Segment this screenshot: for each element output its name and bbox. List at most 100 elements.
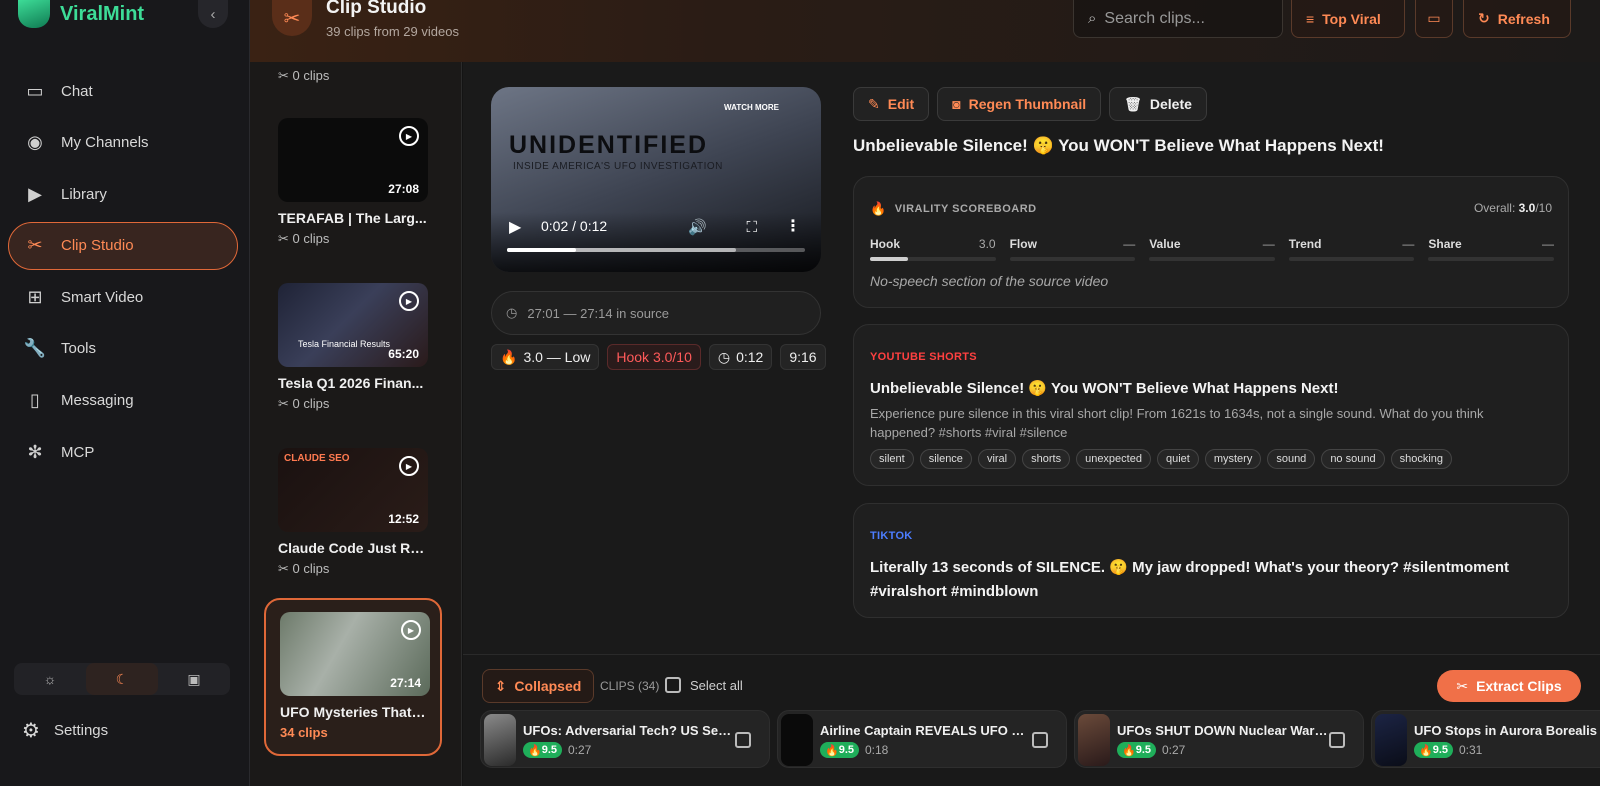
- clip-card-title: Airline Captain REVEALS UFO Sigh...: [820, 723, 1032, 738]
- nav-item-smart-video[interactable]: ⊞ Smart Video: [8, 273, 238, 321]
- nav-item-tools[interactable]: 🔧 Tools: [8, 325, 238, 373]
- nav-item-chat[interactable]: ▭ Chat: [8, 67, 238, 115]
- sort-top-viral-button[interactable]: ≡ Top Viral: [1291, 0, 1405, 38]
- duration-badge: 12:52: [388, 512, 419, 526]
- source-title: TERAFAB | The Larg...: [278, 210, 427, 226]
- clip-select-checkbox[interactable]: [1329, 732, 1345, 748]
- expand-collapse-icon: ⇕: [494, 677, 507, 694]
- nav-item-label: Library: [61, 185, 107, 203]
- metric-bar: [870, 257, 996, 261]
- source-card[interactable]: Tesla Financial Results ▶ 65:20 Tesla Q1…: [278, 283, 428, 412]
- metric-bar: [1288, 257, 1415, 261]
- settings-link[interactable]: ⚙ Settings: [22, 718, 108, 743]
- clip-strip: UFOs: Adversarial Tech? US Secur... 🔥 9.5…: [480, 710, 1600, 770]
- more-options-icon[interactable]: ⋮: [785, 216, 801, 236]
- clip-card-title: UFOs: Adversarial Tech? US Secur...: [523, 723, 735, 738]
- nav-item-my-channels[interactable]: ◉ My Channels: [8, 119, 238, 167]
- source-thumbnail: ▶ 27:14: [280, 612, 430, 696]
- collapse-toggle-button[interactable]: ⇕ Collapsed: [482, 669, 594, 703]
- metric-name: Flow: [1009, 237, 1037, 251]
- clip-card[interactable]: Airline Captain REVEALS UFO Sigh... 🔥 9.5…: [777, 710, 1067, 768]
- select-all-checkbox[interactable]: Select all: [665, 677, 743, 693]
- metric-hook: Hook 3.0: [870, 237, 996, 261]
- hook-chip: Hook 3.0/10: [607, 344, 701, 370]
- video-progress-track[interactable]: [507, 248, 805, 252]
- library-icon: ▶: [28, 183, 42, 204]
- source-card[interactable]: CLAUDE SEO ▶ 12:52 Claude Code Just Re..…: [278, 448, 428, 577]
- duration-badge: 27:14: [390, 676, 421, 690]
- metric-share: Share —: [1428, 237, 1554, 261]
- theme-system-option[interactable]: ▣: [158, 663, 230, 695]
- source-card-selected[interactable]: ▶ 27:14 UFO Mysteries That ... 34 clips: [264, 598, 442, 756]
- main-nav: ▭ Chat ◉ My Channels ▶ Library ✂ Clip St…: [8, 67, 238, 480]
- metric-bar: [1149, 257, 1275, 261]
- theme-dark-option[interactable]: ☾: [86, 663, 158, 695]
- tag: shocking: [1390, 449, 1452, 469]
- broadcast-icon: ◉: [27, 132, 43, 153]
- nav-item-library[interactable]: ▶ Library: [8, 170, 238, 218]
- clip-select-checkbox[interactable]: [1032, 732, 1048, 748]
- sort-label: Top Viral: [1322, 10, 1381, 27]
- nav-item-label: MCP: [61, 443, 95, 461]
- play-button[interactable]: ▶: [509, 217, 521, 237]
- scoreboard-heading: 🔥 VIRALITY SCOREBOARD: [870, 201, 1037, 216]
- volume-icon[interactable]: 🔊: [688, 218, 707, 236]
- video-title-overlay: UNIDENTIFIED: [509, 131, 708, 159]
- nav-item-clip-studio[interactable]: ✂ Clip Studio: [8, 221, 238, 270]
- regen-thumbnail-button[interactable]: ◙ Regen Thumbnail: [937, 87, 1102, 121]
- metric-name: Hook: [870, 237, 900, 251]
- duration-badge: 65:20: [388, 347, 419, 361]
- scissors-icon: ✂: [278, 231, 289, 246]
- tag-list: silent silence viral shorts unexpected q…: [870, 449, 1452, 469]
- source-thumbnail: ▶ 27:08: [278, 118, 428, 202]
- moon-icon: ☾: [115, 670, 129, 687]
- tag: mystery: [1204, 449, 1262, 469]
- delete-button[interactable]: 🗑 Delete: [1109, 87, 1207, 121]
- duration-chip: ◷ 0:12: [708, 344, 773, 370]
- clip-duration: 0:31: [1459, 743, 1483, 757]
- camera-icon: ◙: [952, 96, 961, 112]
- clip-card[interactable]: UFOs SHUT DOWN Nuclear Warhe... 🔥 9.5 0:2…: [1074, 710, 1364, 768]
- score-badge: 🔥 9.5: [1117, 742, 1156, 758]
- open-folder-button[interactable]: ▭: [1415, 0, 1453, 38]
- collapse-sidebar-button[interactable]: ‹: [198, 0, 228, 28]
- brand[interactable]: ViralMint: [18, 0, 144, 28]
- source-clips-count: ✂ 0 clips: [278, 396, 330, 411]
- checkbox[interactable]: [665, 677, 681, 693]
- theme-light-option[interactable]: ☼: [14, 663, 86, 695]
- tag: quiet: [1156, 449, 1199, 469]
- app-root: ViralMint ‹ ▭ Chat ◉ My Channels ▶ Libra…: [0, 0, 1600, 786]
- refresh-button[interactable]: ↻ Refresh: [1463, 0, 1571, 38]
- tiktok-caption: Literally 13 seconds of SILENCE. 🤫 My ja…: [870, 559, 1510, 600]
- metric-value: 3.0: [978, 237, 996, 251]
- extract-clips-button[interactable]: ✂ Extract Clips: [1437, 670, 1581, 702]
- nav-item-label: My Channels: [61, 134, 149, 152]
- platform-label: YOUTUBE SHORTS: [870, 351, 977, 363]
- scissors-icon: ✂: [1456, 677, 1469, 694]
- score-badge: 🔥 9.5: [1414, 742, 1453, 758]
- tag: shorts: [1022, 449, 1071, 469]
- source-title: UFO Mysteries That ...: [280, 704, 426, 720]
- nav-item-messaging[interactable]: ▯ Messaging: [8, 377, 238, 425]
- virality-chip: 🔥 3.0 — Low: [491, 344, 600, 370]
- nav-item-mcp[interactable]: ✻ MCP: [8, 428, 238, 476]
- clip-card[interactable]: UFO Stops in Aurora Borealis 🔥 9.5 0:31: [1371, 710, 1600, 768]
- nav-item-label: Messaging: [61, 392, 134, 410]
- clip-thumbnail: [1078, 714, 1110, 766]
- metric-name: Share: [1428, 237, 1462, 251]
- search-input[interactable]: [1104, 9, 1265, 28]
- edit-button[interactable]: ✎ Edit: [853, 87, 930, 121]
- source-card[interactable]: ▶ 27:08 TERAFAB | The Larg... ✂ 0 clips: [278, 118, 428, 247]
- wrench-icon: 🔧: [23, 338, 47, 359]
- video-player[interactable]: WATCH MORE UNIDENTIFIED INSIDE AMERICA'S…: [491, 87, 821, 272]
- fullscreen-icon[interactable]: ⛶: [746, 219, 757, 236]
- metric-flow: Flow —: [1009, 237, 1136, 261]
- clip-select-checkbox[interactable]: [735, 732, 751, 748]
- clips-count: CLIPS (34): [600, 679, 660, 693]
- platform-label: TIKTOK: [870, 530, 913, 542]
- metric-bar-fill: [870, 257, 908, 261]
- source-thumbnail: Tesla Financial Results ▶ 65:20: [278, 283, 428, 367]
- chat-icon: ▭: [26, 80, 44, 101]
- clip-card[interactable]: UFOs: Adversarial Tech? US Secur... 🔥 9.5…: [480, 710, 770, 768]
- play-icon: ▶: [399, 291, 419, 311]
